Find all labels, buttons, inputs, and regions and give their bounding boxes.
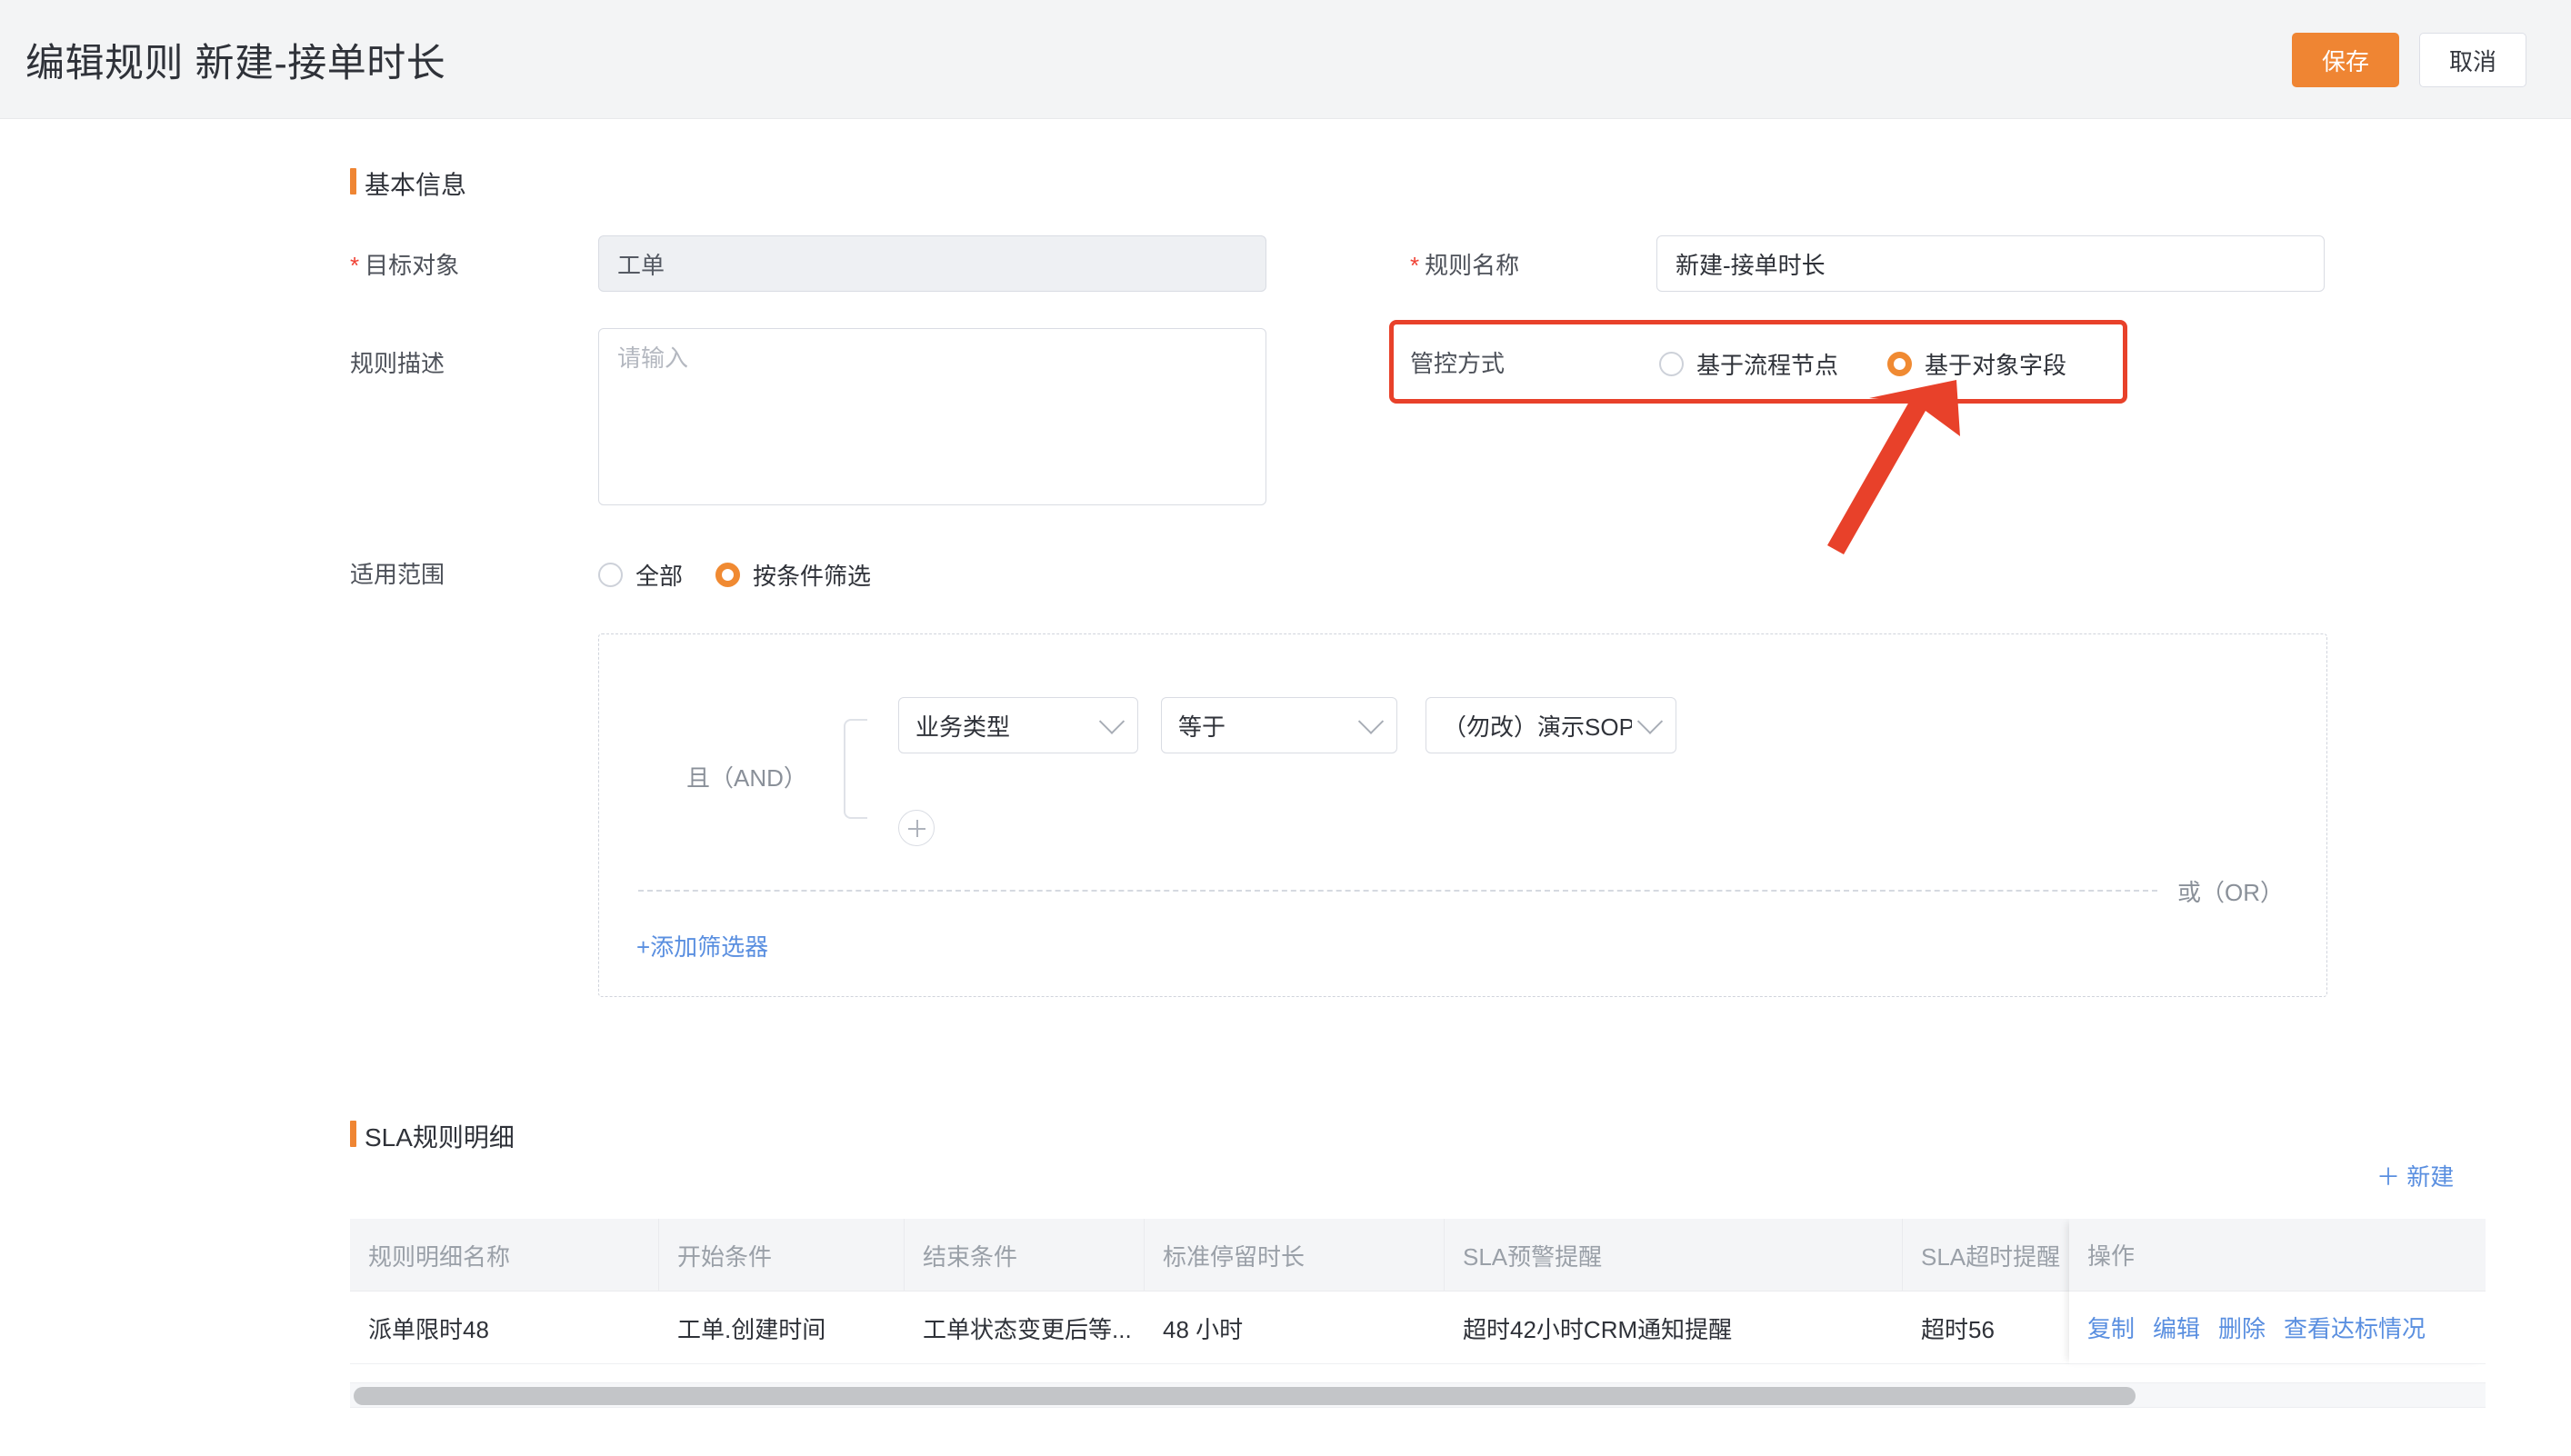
- chevron-down-icon: [1098, 708, 1125, 734]
- label-rule-name: * 规则名称: [1410, 247, 1519, 281]
- cell-end: 工单状态变更后等...: [923, 1315, 1132, 1343]
- action-delete-link[interactable]: 删除: [2218, 1311, 2266, 1344]
- action-copy-link[interactable]: 复制: [2087, 1311, 2135, 1344]
- new-sla-rule-button[interactable]: ＋ 新建: [2376, 1159, 2454, 1192]
- cancel-button[interactable]: 取消: [2419, 33, 2526, 87]
- target-object-input[interactable]: [598, 235, 1266, 292]
- cell-duration: 48 小时: [1163, 1315, 1244, 1343]
- rule-name-input[interactable]: [1656, 235, 2325, 292]
- cell-start: 工单.创建时间: [677, 1315, 826, 1343]
- table-horizontal-scrollbar[interactable]: [350, 1382, 2486, 1408]
- required-asterisk: *: [350, 252, 360, 279]
- filter-or-divider: 或（OR）: [638, 873, 2284, 909]
- section-title-sla-detail: SLA规则明细: [350, 1118, 515, 1154]
- filter-group-bracket: [844, 719, 867, 819]
- column-header-action: 操作: [2069, 1219, 2486, 1291]
- condition-value-select[interactable]: （勿改）演示SOP: [1426, 697, 1676, 753]
- radio-circle-selected-icon: [1887, 352, 1913, 376]
- column-header-name: 规则明细名称: [350, 1219, 659, 1291]
- radio-circle-icon: [598, 563, 623, 587]
- radio-apply-scope-all[interactable]: 全部: [598, 558, 683, 592]
- condition-field-value: 业务类型: [915, 713, 1011, 741]
- filter-or-label: 或（OR）: [2176, 878, 2284, 906]
- condition-value-value: （勿改）演示SOP: [1443, 713, 1632, 741]
- radio-label-all: 全部: [635, 563, 684, 590]
- top-header-bar: 编辑规则 新建-接单时长 保存 取消: [0, 0, 2571, 119]
- control-mode-radio-group: 基于流程节点 基于对象字段: [1659, 347, 2066, 381]
- label-rule-description: 规则描述: [350, 350, 445, 377]
- action-column-fixed: 操作 复制 编辑 删除 查看达标情况: [2069, 1219, 2486, 1364]
- row-action-cell: 复制 编辑 删除 查看达标情况: [2069, 1291, 2486, 1364]
- label-rule-name-text: 规则名称: [1425, 252, 1520, 279]
- action-view-status-link[interactable]: 查看达标情况: [2284, 1311, 2426, 1344]
- column-header-end: 结束条件: [905, 1219, 1145, 1291]
- radio-label-flow-node: 基于流程节点: [1696, 352, 1839, 379]
- radio-label-object-field: 基于对象字段: [1925, 352, 2067, 379]
- required-asterisk: *: [1410, 252, 1420, 279]
- add-condition-button[interactable]: [898, 810, 935, 846]
- cell-warn: 超时42小时CRM通知提醒: [1463, 1315, 1733, 1343]
- column-header-warn: SLA预警提醒: [1445, 1219, 1903, 1291]
- apply-scope-radio-group: 全部 按条件筛选: [598, 558, 871, 592]
- condition-field-select[interactable]: 业务类型: [898, 697, 1138, 753]
- radio-control-mode-object-field[interactable]: 基于对象字段: [1887, 347, 2066, 381]
- label-target-object: * 目标对象: [350, 247, 459, 281]
- cell-timeout: 超时56: [1921, 1315, 1995, 1343]
- chevron-down-icon: [1636, 708, 1664, 734]
- label-target-object-text: 目标对象: [365, 252, 460, 279]
- cell-name: 派单限时48: [368, 1315, 489, 1343]
- radio-circle-icon: [1659, 352, 1684, 376]
- column-header-duration: 标准停留时长: [1145, 1219, 1445, 1291]
- label-apply-scope: 适用范围: [350, 561, 445, 588]
- radio-circle-selected-icon: [715, 563, 741, 587]
- page-title: 编辑规则 新建-接单时长: [25, 42, 446, 85]
- chevron-down-icon: [1357, 708, 1385, 734]
- table-scrollbar-thumb[interactable]: [354, 1387, 2136, 1405]
- condition-operator-select[interactable]: 等于: [1161, 697, 1397, 753]
- action-edit-link[interactable]: 编辑: [2153, 1311, 2200, 1344]
- add-filter-link[interactable]: +添加筛选器: [636, 929, 768, 962]
- save-button[interactable]: 保存: [2292, 33, 2399, 87]
- radio-control-mode-flow-node[interactable]: 基于流程节点: [1659, 347, 1838, 381]
- radio-label-by-condition: 按条件筛选: [753, 563, 872, 590]
- column-header-start: 开始条件: [659, 1219, 905, 1291]
- or-divider-line: [638, 890, 2157, 892]
- section-title-basic-info: 基本信息: [350, 165, 466, 202]
- filter-and-label: 且（AND）: [686, 764, 807, 792]
- label-control-mode: 管控方式: [1410, 350, 1506, 377]
- rule-description-textarea[interactable]: [598, 328, 1266, 505]
- radio-apply-scope-by-condition[interactable]: 按条件筛选: [715, 558, 871, 592]
- condition-operator-value: 等于: [1178, 713, 1226, 741]
